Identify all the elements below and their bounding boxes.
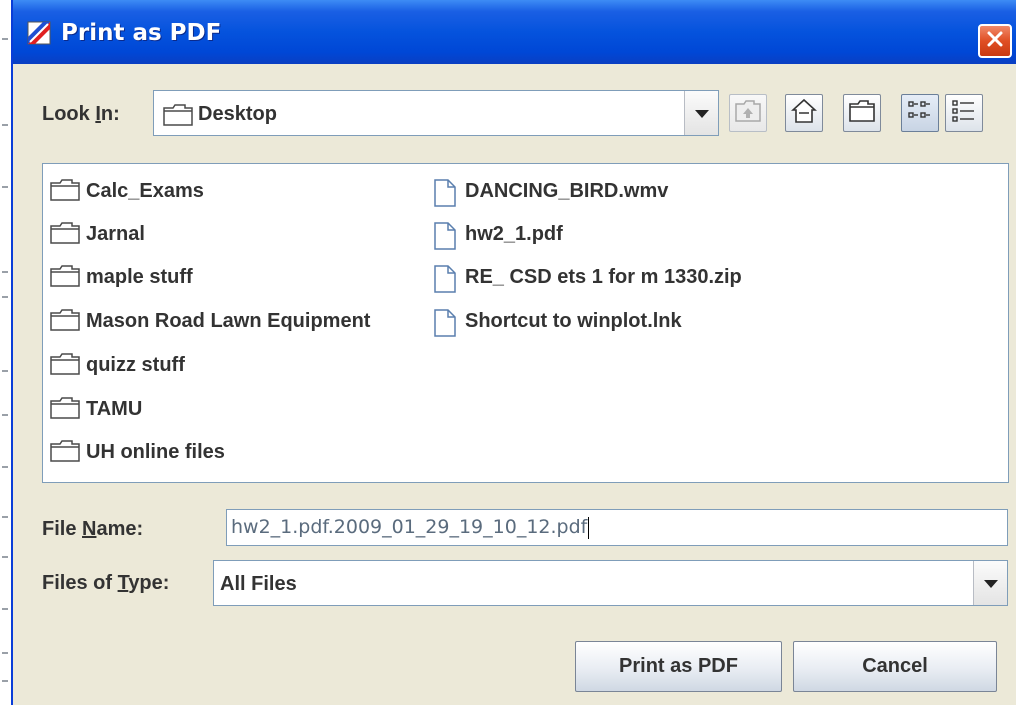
list-item[interactable]: Calc_Exams <box>50 176 204 206</box>
file-icon <box>429 309 459 337</box>
folder-icon <box>50 353 80 377</box>
list-view-icon <box>907 99 933 127</box>
title-bar[interactable]: Print as PDF <box>13 0 1016 64</box>
files-of-type-dropdown-button[interactable] <box>973 561 1007 605</box>
list-item[interactable]: RE_ CSD ets 1 for m 1330.zip <box>429 262 742 293</box>
file-list[interactable]: Calc_Exams Jarnal maple stuff Mason Road… <box>42 163 1009 483</box>
up-folder-icon <box>735 100 761 126</box>
look-in-value: Desktop <box>198 103 277 125</box>
folder-icon <box>50 397 80 421</box>
folder-icon <box>50 265 80 289</box>
list-item[interactable]: Mason Road Lawn Equipment <box>50 306 370 336</box>
files-of-type-label: Files of Type: <box>42 572 170 594</box>
chevron-down-icon <box>694 104 709 123</box>
list-item[interactable]: UH online files <box>50 437 225 467</box>
text-caret <box>588 516 590 539</box>
list-item[interactable]: TAMU <box>50 394 142 424</box>
folder-icon <box>50 179 80 203</box>
files-of-type-combo[interactable]: All Files <box>213 560 1008 606</box>
file-name-input[interactable]: hw2_1.pdf.2009_01_29_19_10_12.pdf <box>226 509 1008 546</box>
file-name-value: hw2_1.pdf.2009_01_29_19_10_12.pdf <box>231 516 590 539</box>
list-item[interactable]: maple stuff <box>50 262 193 292</box>
folder-icon <box>163 104 193 130</box>
up-one-level-button[interactable] <box>729 94 767 132</box>
list-item[interactable]: Shortcut to winplot.lnk <box>429 306 682 337</box>
print-as-pdf-button[interactable]: Print as PDF <box>575 641 782 692</box>
look-in-label: Look In: <box>42 103 120 125</box>
home-button[interactable] <box>785 94 823 132</box>
window-title: Print as PDF <box>61 20 222 46</box>
folder-icon <box>50 222 80 246</box>
new-folder-icon <box>849 100 875 126</box>
new-folder-button[interactable] <box>843 94 881 132</box>
list-item[interactable]: DANCING_BIRD.wmv <box>429 176 668 207</box>
files-of-type-value: All Files <box>220 573 297 595</box>
file-icon <box>429 179 459 207</box>
chevron-down-icon <box>983 574 998 593</box>
print-as-pdf-dialog: Print as PDF Look In: Desktop Calc_Exams… <box>13 0 1016 705</box>
look-in-combo[interactable]: Desktop <box>153 90 719 136</box>
print-pdf-app-icon <box>27 21 51 45</box>
list-item[interactable]: Jarnal <box>50 219 145 249</box>
details-view-icon <box>951 99 977 127</box>
list-item[interactable]: hw2_1.pdf <box>429 219 563 250</box>
file-icon <box>429 222 459 250</box>
list-item[interactable]: quizz stuff <box>50 350 185 380</box>
cancel-button[interactable]: Cancel <box>793 641 997 692</box>
file-icon <box>429 265 459 293</box>
close-button[interactable] <box>978 24 1012 58</box>
list-view-button[interactable] <box>901 94 939 132</box>
details-view-button[interactable] <box>945 94 983 132</box>
close-icon <box>985 29 1005 53</box>
look-in-dropdown-button[interactable] <box>684 91 718 135</box>
folder-icon <box>50 309 80 333</box>
folder-icon <box>50 440 80 464</box>
home-icon <box>790 98 818 128</box>
file-name-label: File Name: <box>42 518 144 540</box>
